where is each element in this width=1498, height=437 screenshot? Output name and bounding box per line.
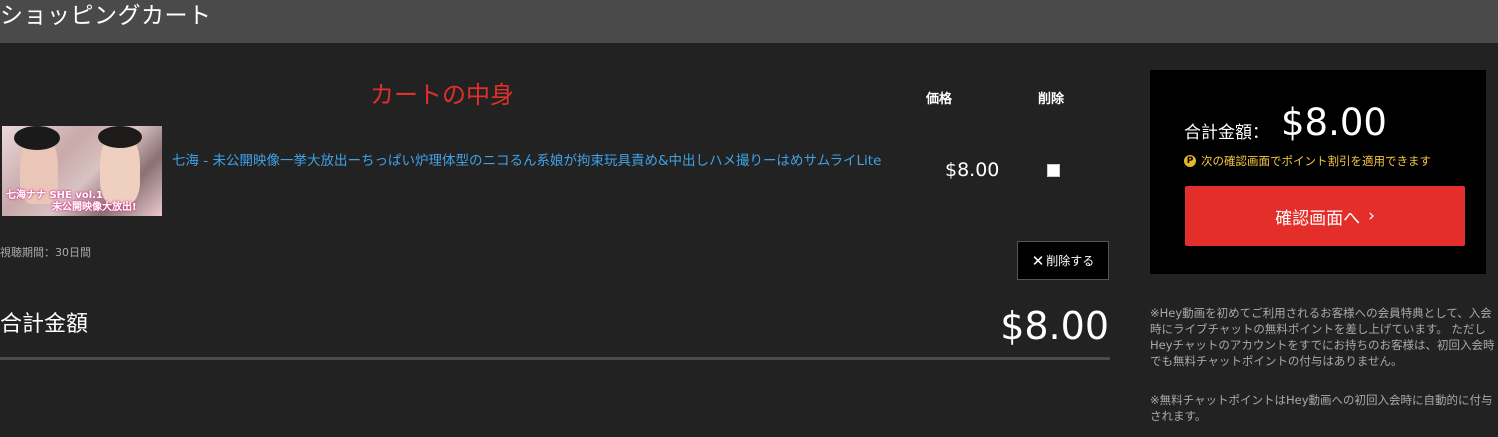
total-label: 合計金額 [0,312,89,337]
item-title-link[interactable]: 七海 - 未公開映像一挙大放出ーちっぱい炉理体型のニコるん系娘が拘束玩具責め&中… [172,150,912,172]
chevron-right-icon: › [1368,206,1375,226]
thumbnail-caption: 七海ナナ SHE vol.1 [6,190,103,201]
member-benefit-note: ※Hey動画を初めてご利用されるお客様への会員特典として、入会時にライブチャット… [1150,306,1495,368]
summary-total-value: $8.00 [1281,101,1387,144]
page-title: ショッピングカート [0,3,212,29]
viewing-period: 視聴期間：30日間 [0,246,91,259]
total-value: $8.00 [1000,304,1109,348]
summary-total-label: 合計金額： [1184,123,1269,143]
total-divider [0,357,1110,360]
summary-panel: 合計金額： $8.00 P 次の確認画面でポイント割引を適用できます 確認画面へ… [1150,70,1486,274]
thumbnail-hair-right [98,126,142,148]
confirm-button[interactable]: 確認画面へ › [1185,186,1465,246]
item-thumbnail[interactable]: 七海ナナ SHE vol.1 未公開映像大放出! [2,126,162,216]
confirm-button-label: 確認画面へ [1275,208,1361,229]
cart-heading: カートの中身 [370,81,514,109]
item-price: $8.00 [945,159,1000,181]
points-note-text: 次の確認画面でポイント割引を適用できます [1201,154,1431,168]
delete-checkbox[interactable] [1047,164,1060,177]
close-icon: ✕ [1031,251,1045,270]
delete-button-label: 削除する [1046,254,1095,268]
point-icon: P [1184,155,1196,167]
delete-column-header: 削除 [1038,92,1065,107]
thumbnail-hair-left [14,126,60,150]
points-note: P 次の確認画面でポイント割引を適用できます [1184,153,1431,169]
price-column-header: 価格 [926,92,953,107]
free-point-note: ※無料チャットポイントはHey動画への初回入会時に自動的に付与されます。 [1150,393,1493,423]
thumbnail-caption-sub: 未公開映像大放出! [52,202,137,213]
delete-button[interactable]: ✕ 削除する [1017,241,1109,280]
page-header: ショッピングカート [0,0,1498,43]
